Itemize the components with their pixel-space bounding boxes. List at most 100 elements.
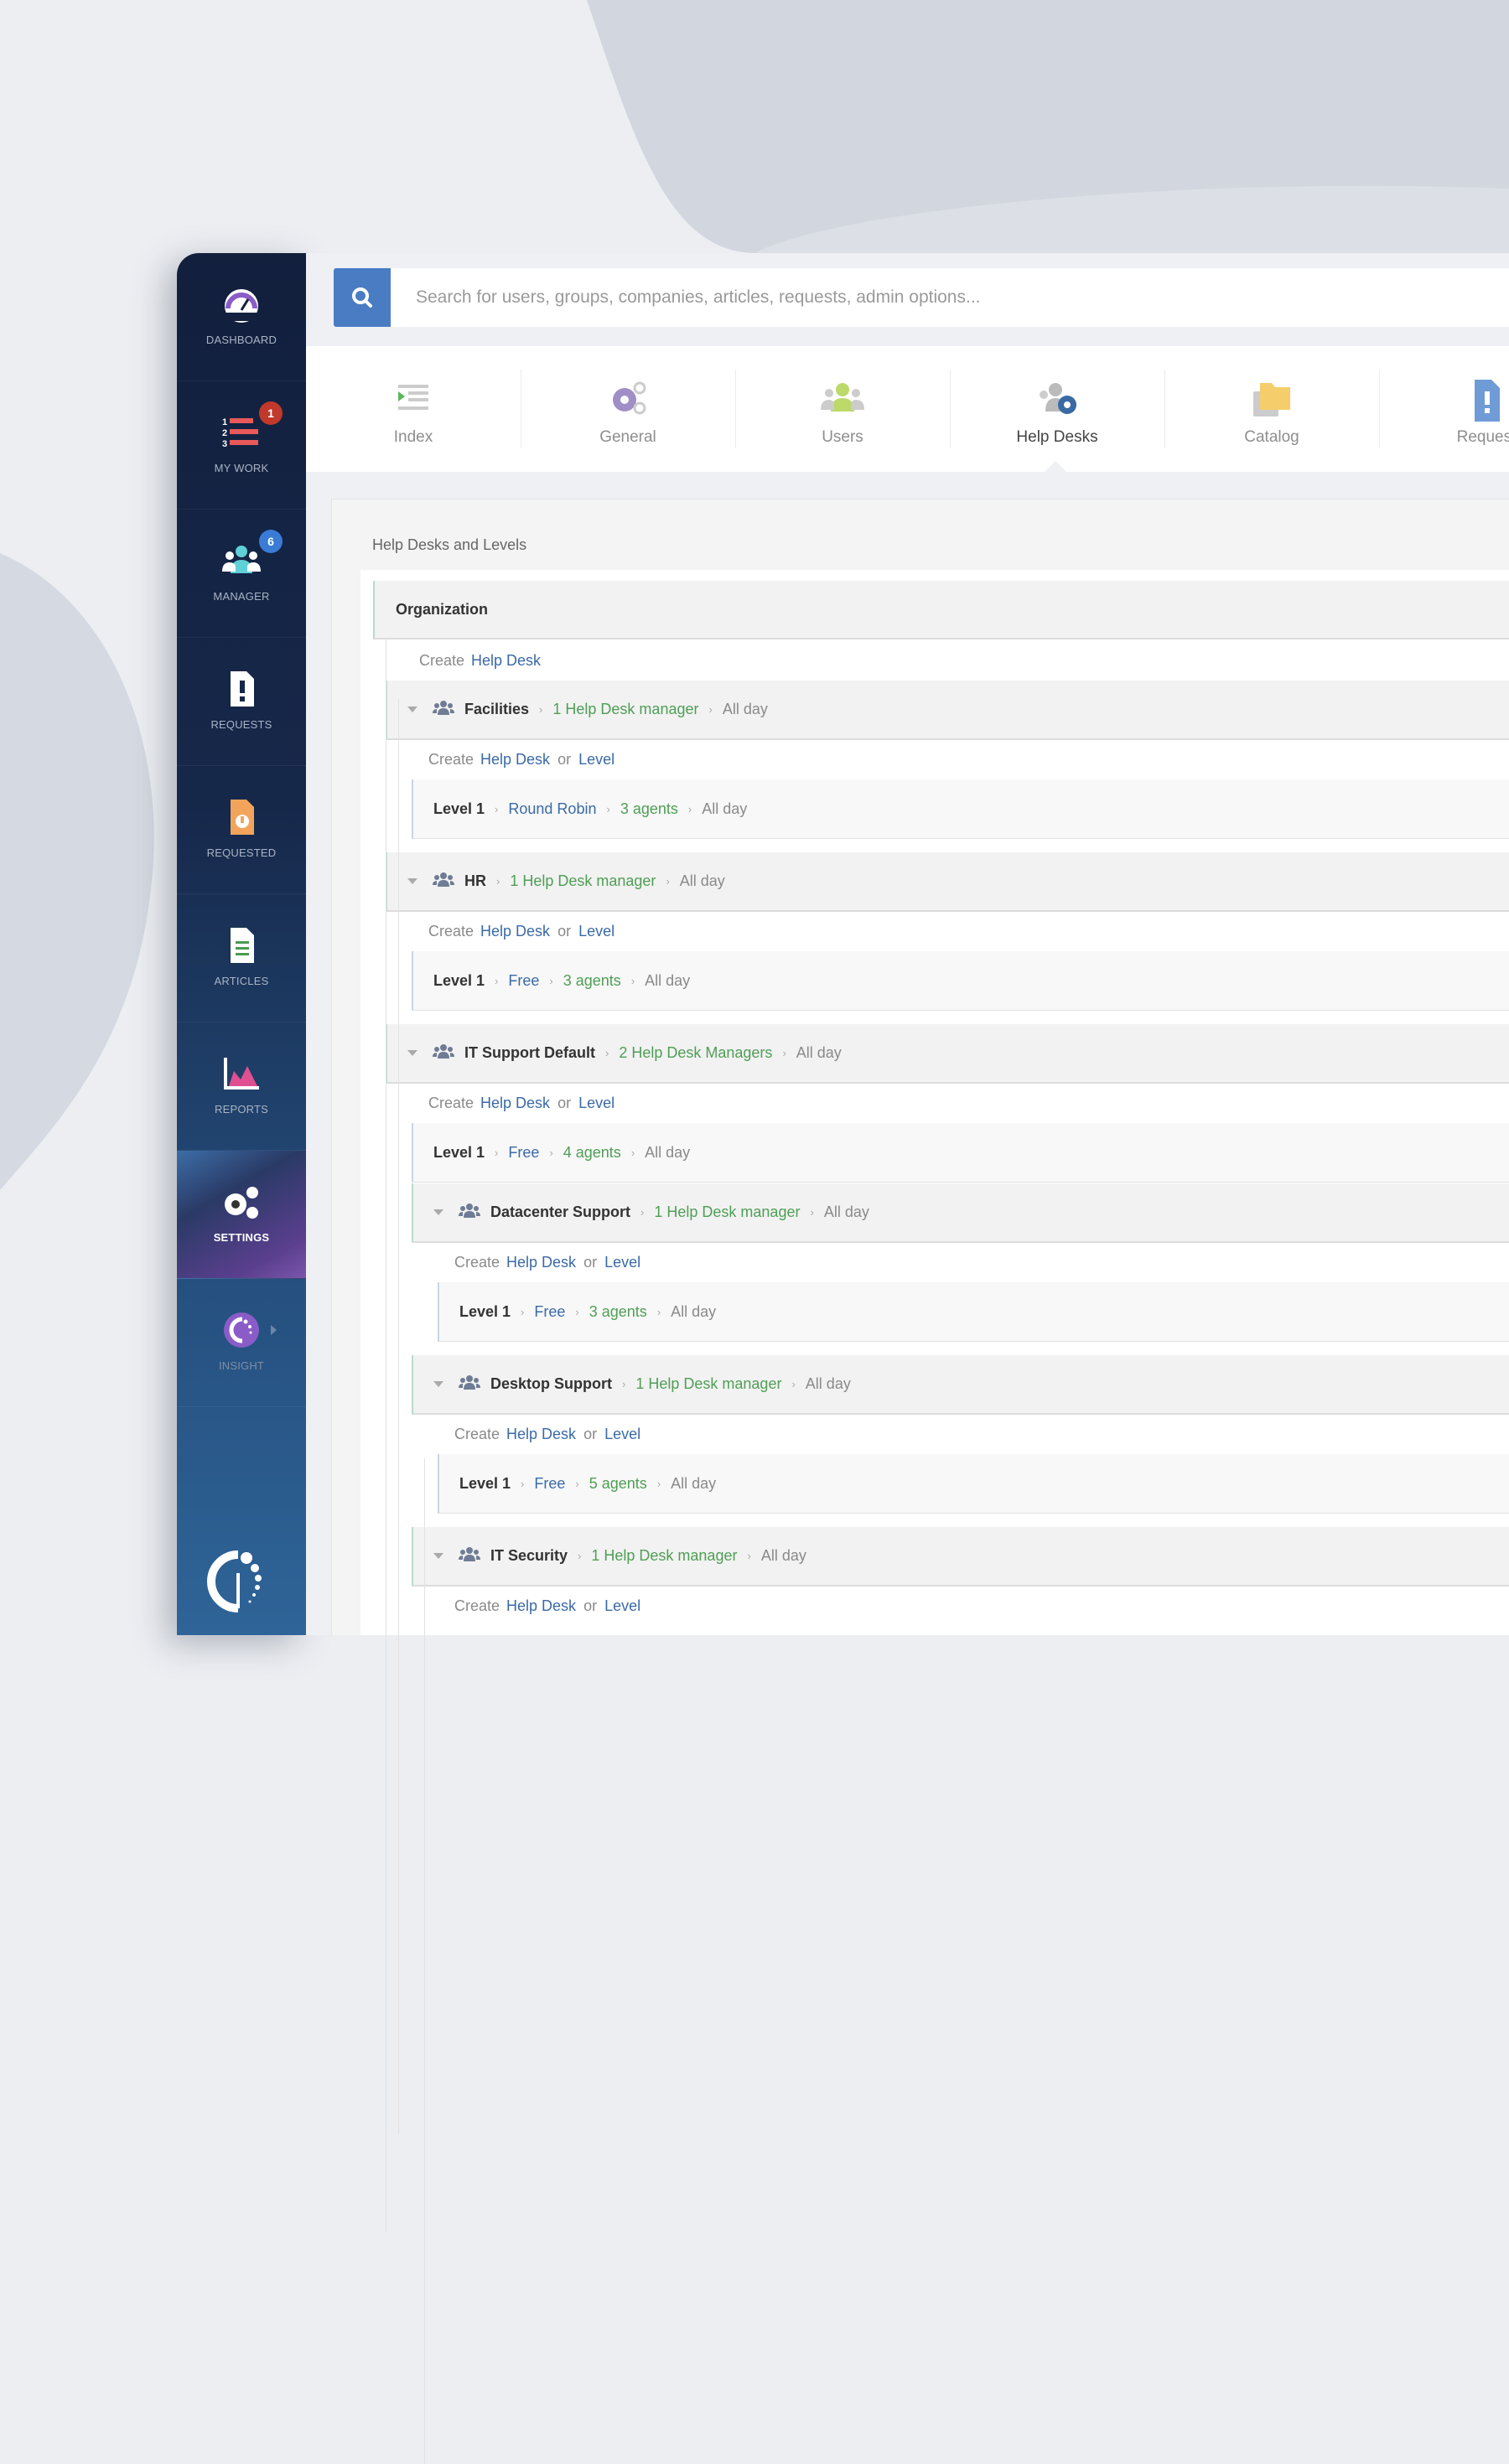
help-desk-managers-link[interactable]: 1 Help Desk manager: [635, 1375, 781, 1393]
create-level-link[interactable]: Level: [604, 1597, 640, 1615]
level-routing-mode[interactable]: Free: [534, 1475, 565, 1493]
help-desk-schedule: All day: [796, 1044, 842, 1061]
sidebar-item-label: ARTICLES: [214, 975, 269, 987]
collapse-caret-icon[interactable]: [433, 1553, 443, 1559]
breadcrumb-separator: ›: [521, 1305, 525, 1318]
help-desk-name[interactable]: IT Security: [490, 1547, 568, 1565]
group-icon: [459, 1374, 480, 1395]
collapse-caret-icon[interactable]: [433, 1209, 443, 1215]
level-agents-link[interactable]: 3 agents: [620, 800, 678, 818]
tab-general[interactable]: General: [521, 346, 735, 472]
create-label: Create: [454, 1254, 500, 1271]
or-label: or: [583, 1254, 598, 1271]
level-routing-mode[interactable]: Free: [508, 972, 539, 990]
expand-arrow-icon[interactable]: [271, 1325, 277, 1335]
level-agents-link[interactable]: 3 agents: [589, 1303, 647, 1321]
sidebar-item-settings[interactable]: SETTINGS: [177, 1151, 306, 1279]
create-level-link[interactable]: Level: [604, 1426, 640, 1443]
sidebar-item-label: REPORTS: [214, 1103, 268, 1116]
help-desk-name[interactable]: Datacenter Support: [490, 1204, 630, 1221]
tree-connector: [398, 1044, 399, 2134]
create-help-desk-link[interactable]: Help Desk: [480, 751, 550, 769]
organization-label: Organization: [396, 600, 489, 618]
tab-index[interactable]: Index: [306, 346, 521, 472]
create-level-link[interactable]: Level: [578, 1095, 614, 1112]
collapse-caret-icon[interactable]: [407, 707, 417, 712]
search-button[interactable]: [334, 268, 391, 327]
settings-tabs: Index General Users Help Desks Catalog Reques…: [306, 346, 1509, 472]
create-help-desk-link[interactable]: Help Desk: [480, 923, 550, 940]
create-help-desk-link[interactable]: Help Desk: [480, 1095, 550, 1112]
level-agents-link[interactable]: 4 agents: [563, 1144, 621, 1162]
breadcrumb-separator: ›: [521, 1477, 525, 1490]
sidebar-item-dashboard[interactable]: DASHBOARD: [177, 253, 306, 381]
level-routing-mode[interactable]: Free: [534, 1303, 565, 1321]
sidebar-item-requests[interactable]: REQUESTS: [177, 638, 306, 766]
create-help-desk-link[interactable]: Help Desk: [506, 1254, 576, 1271]
level-name[interactable]: Level 1: [433, 800, 485, 818]
notification-badge: 6: [259, 530, 283, 553]
group-icon: [459, 1545, 480, 1566]
level-name[interactable]: Level 1: [459, 1303, 511, 1321]
help-desk-row: IT Security › 1 Help Desk manager › All day: [412, 1527, 1509, 1587]
notification-badge: 1: [259, 401, 283, 425]
help-desk-managers-link[interactable]: 2 Help Desk Managers: [619, 1044, 772, 1062]
create-row: Create Help Desk or Level: [428, 1084, 1509, 1123]
help-desk-name[interactable]: Facilities: [464, 701, 529, 718]
create-help-desk-link[interactable]: Help Desk: [471, 652, 541, 670]
tab-label: Users: [822, 428, 863, 446]
create-level-link[interactable]: Level: [578, 923, 614, 940]
level-schedule: All day: [671, 1474, 717, 1492]
organization-row: Organization: [373, 581, 1509, 639]
create-help-desk-link[interactable]: Help Desk: [506, 1426, 576, 1443]
level-row: Level 1 › Free › 5 agents › All day: [438, 1454, 1509, 1514]
breadcrumb-separator: ›: [606, 802, 610, 815]
level-name[interactable]: Level 1: [433, 972, 485, 990]
tab-label: Request: [1456, 428, 1509, 446]
breadcrumb-separator: ›: [578, 1550, 582, 1562]
sidebar-item-requested[interactable]: REQUESTED: [177, 766, 306, 894]
help-desk-name[interactable]: Desktop Support: [490, 1375, 612, 1393]
create-label: Create: [428, 923, 474, 940]
sidebar-item-manager[interactable]: MANAGER 6: [177, 510, 306, 638]
help-desk-schedule: All day: [805, 1375, 851, 1392]
level-routing-mode[interactable]: Round Robin: [508, 800, 596, 818]
tab-catalog[interactable]: Catalog: [1164, 346, 1379, 472]
help-desk-managers-link[interactable]: 1 Help Desk manager: [654, 1204, 800, 1221]
help-desk-name[interactable]: HR: [464, 872, 486, 890]
create-level-link[interactable]: Level: [604, 1254, 640, 1271]
help-desk-managers-link[interactable]: 1 Help Desk manager: [552, 701, 698, 718]
or-label: or: [557, 923, 572, 940]
create-help-desk-link[interactable]: Help Desk: [506, 1597, 576, 1615]
sidebar-item-label: SETTINGS: [213, 1231, 270, 1244]
insight-icon: [220, 1311, 262, 1349]
tab-request[interactable]: Request: [1379, 346, 1509, 472]
breadcrumb-separator: ›: [791, 1378, 796, 1390]
collapse-caret-icon[interactable]: [407, 878, 417, 884]
sidebar-item-articles[interactable]: ARTICLES: [177, 894, 306, 1022]
breadcrumb-separator: ›: [630, 974, 635, 987]
level-name[interactable]: Level 1: [433, 1144, 485, 1162]
tab-label: Catalog: [1244, 428, 1299, 446]
help-desk-managers-link[interactable]: 1 Help Desk manager: [591, 1547, 737, 1565]
level-name[interactable]: Level 1: [459, 1475, 511, 1493]
help-desk-managers-link[interactable]: 1 Help Desk manager: [510, 872, 656, 890]
create-level-link[interactable]: Level: [578, 751, 614, 769]
level-routing-mode[interactable]: Free: [508, 1144, 539, 1162]
level-agents-link[interactable]: 5 agents: [589, 1475, 647, 1493]
collapse-caret-icon[interactable]: [433, 1381, 443, 1387]
tab-help-desks[interactable]: Help Desks: [950, 346, 1164, 472]
level-agents-link[interactable]: 3 agents: [563, 972, 621, 990]
tab-users[interactable]: Users: [735, 346, 950, 472]
numbered-list-icon: 123: [220, 413, 262, 452]
sidebar-item-insight[interactable]: INSIGHT: [177, 1279, 306, 1407]
level-schedule: All day: [645, 971, 691, 989]
search-input[interactable]: [391, 268, 1509, 327]
sidebar-item-my-work[interactable]: 1 2 3 MY WORK 1: [177, 381, 306, 510]
breadcrumb-separator: ›: [539, 703, 543, 716]
help-desk-name[interactable]: IT Support Default: [464, 1044, 595, 1062]
sidebar-item-reports[interactable]: REPORTS: [177, 1022, 306, 1151]
collapse-caret-icon[interactable]: [407, 1050, 417, 1056]
group-icon: [459, 1202, 480, 1223]
section-title: Help Desks and Levels: [372, 536, 527, 553]
